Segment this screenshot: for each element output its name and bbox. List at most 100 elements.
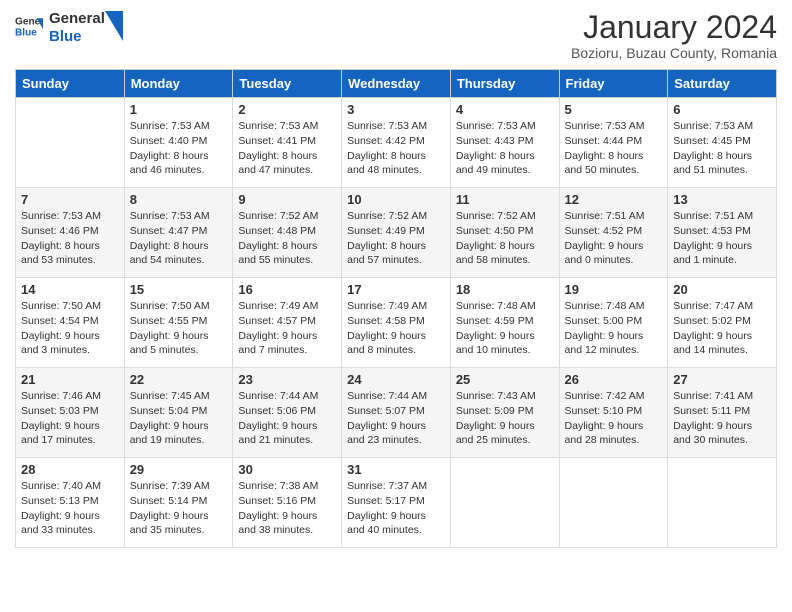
day-info: Sunrise: 7:46 AMSunset: 5:03 PMDaylight:… [21,389,119,448]
day-number: 22 [130,372,228,387]
day-number: 6 [673,102,771,117]
day-number: 5 [565,102,663,117]
header-saturday: Saturday [668,70,777,98]
logo-arrow [105,11,123,41]
day-info: Sunrise: 7:51 AMSunset: 4:53 PMDaylight:… [673,209,771,268]
day-info: Sunrise: 7:53 AMSunset: 4:43 PMDaylight:… [456,119,554,178]
day-info: Sunrise: 7:48 AMSunset: 5:00 PMDaylight:… [565,299,663,358]
day-info: Sunrise: 7:50 AMSunset: 4:55 PMDaylight:… [130,299,228,358]
calendar-cell: 22Sunrise: 7:45 AMSunset: 5:04 PMDayligh… [124,368,233,458]
day-info: Sunrise: 7:53 AMSunset: 4:41 PMDaylight:… [238,119,336,178]
day-info: Sunrise: 7:39 AMSunset: 5:14 PMDaylight:… [130,479,228,538]
calendar-cell: 14 Sunrise: 7:50 AMSunset: 4:54 PMDayligh… [16,278,125,368]
day-info: Sunrise: 7:52 AMSunset: 4:49 PMDaylight:… [347,209,445,268]
calendar-cell: 20Sunrise: 7:47 AMSunset: 5:02 PMDayligh… [668,278,777,368]
subtitle: Bozioru, Buzau County, Romania [571,45,777,61]
day-number: 16 [238,282,336,297]
header-wednesday: Wednesday [342,70,451,98]
calendar-cell: 25Sunrise: 7:43 AMSunset: 5:09 PMDayligh… [450,368,559,458]
day-info: Sunrise: 7:47 AMSunset: 5:02 PMDaylight:… [673,299,771,358]
day-info: Sunrise: 7:48 AMSunset: 4:59 PMDaylight:… [456,299,554,358]
day-number: 19 [565,282,663,297]
calendar-cell: 9Sunrise: 7:52 AMSunset: 4:48 PMDaylight… [233,188,342,278]
day-number: 14 [21,282,119,297]
day-info: Sunrise: 7:41 AMSunset: 5:11 PMDaylight:… [673,389,771,448]
calendar-cell: 4 Sunrise: 7:53 AMSunset: 4:43 PMDaylight… [450,98,559,188]
header-tuesday: Tuesday [233,70,342,98]
calendar-cell: 6 Sunrise: 7:53 AMSunset: 4:45 PMDaylight… [668,98,777,188]
day-number: 26 [565,372,663,387]
day-number: 21 [21,372,119,387]
calendar-cell: 7 Sunrise: 7:53 AMSunset: 4:46 PMDaylight… [16,188,125,278]
day-info: Sunrise: 7:38 AMSunset: 5:16 PMDaylight:… [238,479,336,538]
calendar-cell: 1Sunrise: 7:53 AMSunset: 4:40 PMDaylight… [124,98,233,188]
day-number: 8 [130,192,228,207]
month-title: January 2024 [571,10,777,45]
day-number: 27 [673,372,771,387]
day-info: Sunrise: 7:42 AMSunset: 5:10 PMDaylight:… [565,389,663,448]
day-info: Sunrise: 7:43 AMSunset: 5:09 PMDaylight:… [456,389,554,448]
day-number: 3 [347,102,445,117]
svg-text:Blue: Blue [15,27,37,38]
day-info: Sunrise: 7:52 AMSunset: 4:48 PMDaylight:… [238,209,336,268]
calendar-table: SundayMondayTuesdayWednesdayThursdayFrid… [15,69,777,548]
day-info: Sunrise: 7:52 AMSunset: 4:50 PMDaylight:… [456,209,554,268]
day-info: Sunrise: 7:50 AMSunset: 4:54 PMDaylight:… [21,299,119,358]
day-number: 13 [673,192,771,207]
calendar-cell [450,458,559,548]
calendar-cell: 24 Sunrise: 7:44 AMSunset: 5:07 PMDayligh… [342,368,451,458]
day-info: Sunrise: 7:44 AMSunset: 5:07 PMDaylight:… [347,389,445,448]
day-number: 17 [347,282,445,297]
calendar-cell: 10 Sunrise: 7:52 AMSunset: 4:49 PMDayligh… [342,188,451,278]
calendar-cell [559,458,668,548]
day-number: 18 [456,282,554,297]
page-header: General Blue General Blue January 2024 B… [15,10,777,61]
day-number: 10 [347,192,445,207]
calendar-cell: 26 Sunrise: 7:42 AMSunset: 5:10 PMDayligh… [559,368,668,458]
logo-text: General [49,10,105,28]
header-thursday: Thursday [450,70,559,98]
logo-blue: Blue [49,28,105,46]
calendar-cell: 13 Sunrise: 7:51 AMSunset: 4:53 PMDayligh… [668,188,777,278]
calendar-cell: 18 Sunrise: 7:48 AMSunset: 4:59 PMDayligh… [450,278,559,368]
day-info: Sunrise: 7:51 AMSunset: 4:52 PMDaylight:… [565,209,663,268]
day-info: Sunrise: 7:53 AMSunset: 4:45 PMDaylight:… [673,119,771,178]
calendar-cell: 2Sunrise: 7:53 AMSunset: 4:41 PMDaylight… [233,98,342,188]
calendar-week-1: 1Sunrise: 7:53 AMSunset: 4:40 PMDaylight… [16,98,777,188]
calendar-cell: 30 Sunrise: 7:38 AMSunset: 5:16 PMDayligh… [233,458,342,548]
calendar-cell: 31Sunrise: 7:37 AMSunset: 5:17 PMDayligh… [342,458,451,548]
calendar-cell: 11 Sunrise: 7:52 AMSunset: 4:50 PMDayligh… [450,188,559,278]
calendar-cell: 17Sunrise: 7:49 AMSunset: 4:58 PMDayligh… [342,278,451,368]
calendar-week-2: 7 Sunrise: 7:53 AMSunset: 4:46 PMDaylight… [16,188,777,278]
day-number: 4 [456,102,554,117]
day-number: 24 [347,372,445,387]
calendar-cell: 19 Sunrise: 7:48 AMSunset: 5:00 PMDayligh… [559,278,668,368]
header-monday: Monday [124,70,233,98]
day-number: 30 [238,462,336,477]
calendar-cell: 8Sunrise: 7:53 AMSunset: 4:47 PMDaylight… [124,188,233,278]
title-block: January 2024 Bozioru, Buzau County, Roma… [571,10,777,61]
day-number: 7 [21,192,119,207]
day-info: Sunrise: 7:53 AMSunset: 4:40 PMDaylight:… [130,119,228,178]
day-info: Sunrise: 7:40 AMSunset: 5:13 PMDaylight:… [21,479,119,538]
day-number: 11 [456,192,554,207]
header-friday: Friday [559,70,668,98]
day-info: Sunrise: 7:53 AMSunset: 4:46 PMDaylight:… [21,209,119,268]
calendar-week-5: 28 Sunrise: 7:40 AMSunset: 5:13 PMDayligh… [16,458,777,548]
day-info: Sunrise: 7:53 AMSunset: 4:44 PMDaylight:… [565,119,663,178]
calendar-cell: 16 Sunrise: 7:49 AMSunset: 4:57 PMDayligh… [233,278,342,368]
day-number: 29 [130,462,228,477]
day-number: 23 [238,372,336,387]
calendar-cell: 27 Sunrise: 7:41 AMSunset: 5:11 PMDayligh… [668,368,777,458]
logo: General Blue General Blue [15,10,123,46]
day-info: Sunrise: 7:37 AMSunset: 5:17 PMDaylight:… [347,479,445,538]
calendar-cell: 21 Sunrise: 7:46 AMSunset: 5:03 PMDayligh… [16,368,125,458]
calendar-cell [16,98,125,188]
day-info: Sunrise: 7:53 AMSunset: 4:42 PMDaylight:… [347,119,445,178]
day-number: 28 [21,462,119,477]
calendar-week-4: 21 Sunrise: 7:46 AMSunset: 5:03 PMDayligh… [16,368,777,458]
day-info: Sunrise: 7:49 AMSunset: 4:57 PMDaylight:… [238,299,336,358]
day-info: Sunrise: 7:44 AMSunset: 5:06 PMDaylight:… [238,389,336,448]
calendar-cell: 23 Sunrise: 7:44 AMSunset: 5:06 PMDayligh… [233,368,342,458]
header-sunday: Sunday [16,70,125,98]
